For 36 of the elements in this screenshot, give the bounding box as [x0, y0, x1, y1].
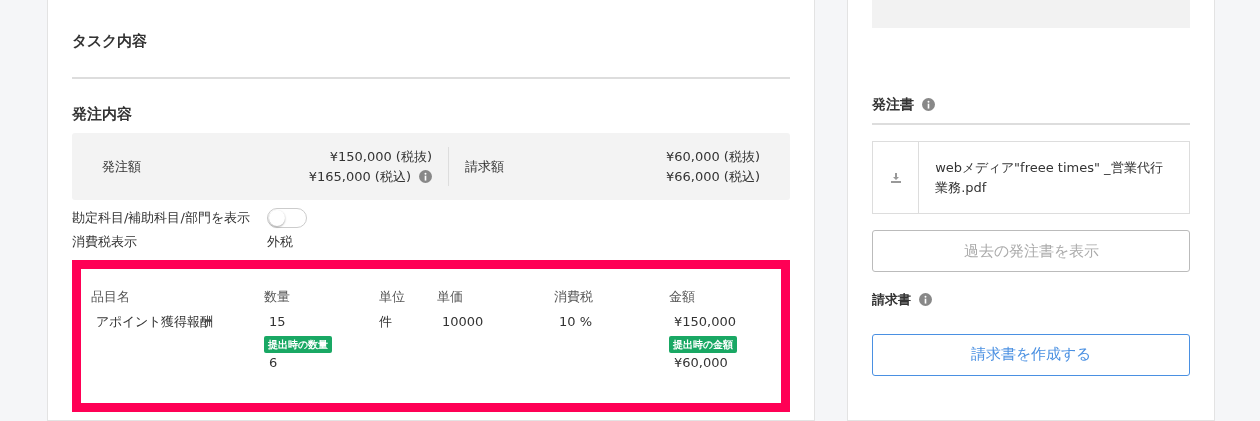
status-badge: 提出時の数量 — [264, 335, 332, 353]
table-cell: 6 — [269, 355, 278, 370]
column-header: 数量 — [264, 288, 290, 304]
column-header: 品目名 — [91, 288, 130, 304]
section-title: タスク内容 — [72, 31, 148, 52]
toggle-switch[interactable] — [267, 208, 307, 228]
column-header: 単価 — [437, 288, 463, 304]
table-cell: 15 — [269, 314, 286, 329]
table-cell: 10000 — [442, 314, 484, 329]
table-cell: 件 — [379, 314, 392, 329]
file-link[interactable]: webメディア"freee times" _営業代行業務.pdf — [919, 142, 1189, 213]
table-cell: アポイント獲得報酬 — [96, 314, 213, 329]
download-icon[interactable] — [889, 171, 902, 184]
amount-value: ¥60,000 (税抜) — [665, 148, 760, 166]
table-cell: ¥150,000 — [674, 314, 737, 329]
section-title: 発注書 — [872, 95, 914, 114]
amount-value: ¥165,000 (税込) — [308, 167, 411, 186]
column-header: 単位 — [379, 288, 405, 304]
status-badge: 提出時の金額 — [669, 335, 737, 353]
create-invoice-button[interactable]: 請求書を作成する — [872, 333, 1190, 376]
toggle-label: 勘定科目/補助科目/部門を表示 — [72, 209, 251, 228]
table-cell: 10 % — [559, 314, 593, 329]
section-title: 発注内容 — [72, 103, 133, 125]
amount-value: ¥150,000 (税抜) — [328, 148, 432, 166]
info-icon[interactable] — [419, 169, 432, 183]
field-label: 消費税表示 — [72, 233, 138, 251]
table-cell: ¥60,000 — [674, 355, 728, 370]
column-header: 消費税 — [554, 288, 593, 304]
info-icon[interactable] — [922, 98, 935, 111]
field-value: 外税 — [267, 233, 293, 251]
section-title: 請求書 — [872, 291, 911, 309]
info-icon[interactable] — [919, 293, 932, 307]
order-amount-label: 発注額 — [102, 157, 142, 176]
billing-amount-label: 請求額 — [465, 157, 505, 176]
amount-value: ¥66,000 (税込) — [665, 167, 760, 186]
column-header: 金額 — [669, 288, 695, 304]
